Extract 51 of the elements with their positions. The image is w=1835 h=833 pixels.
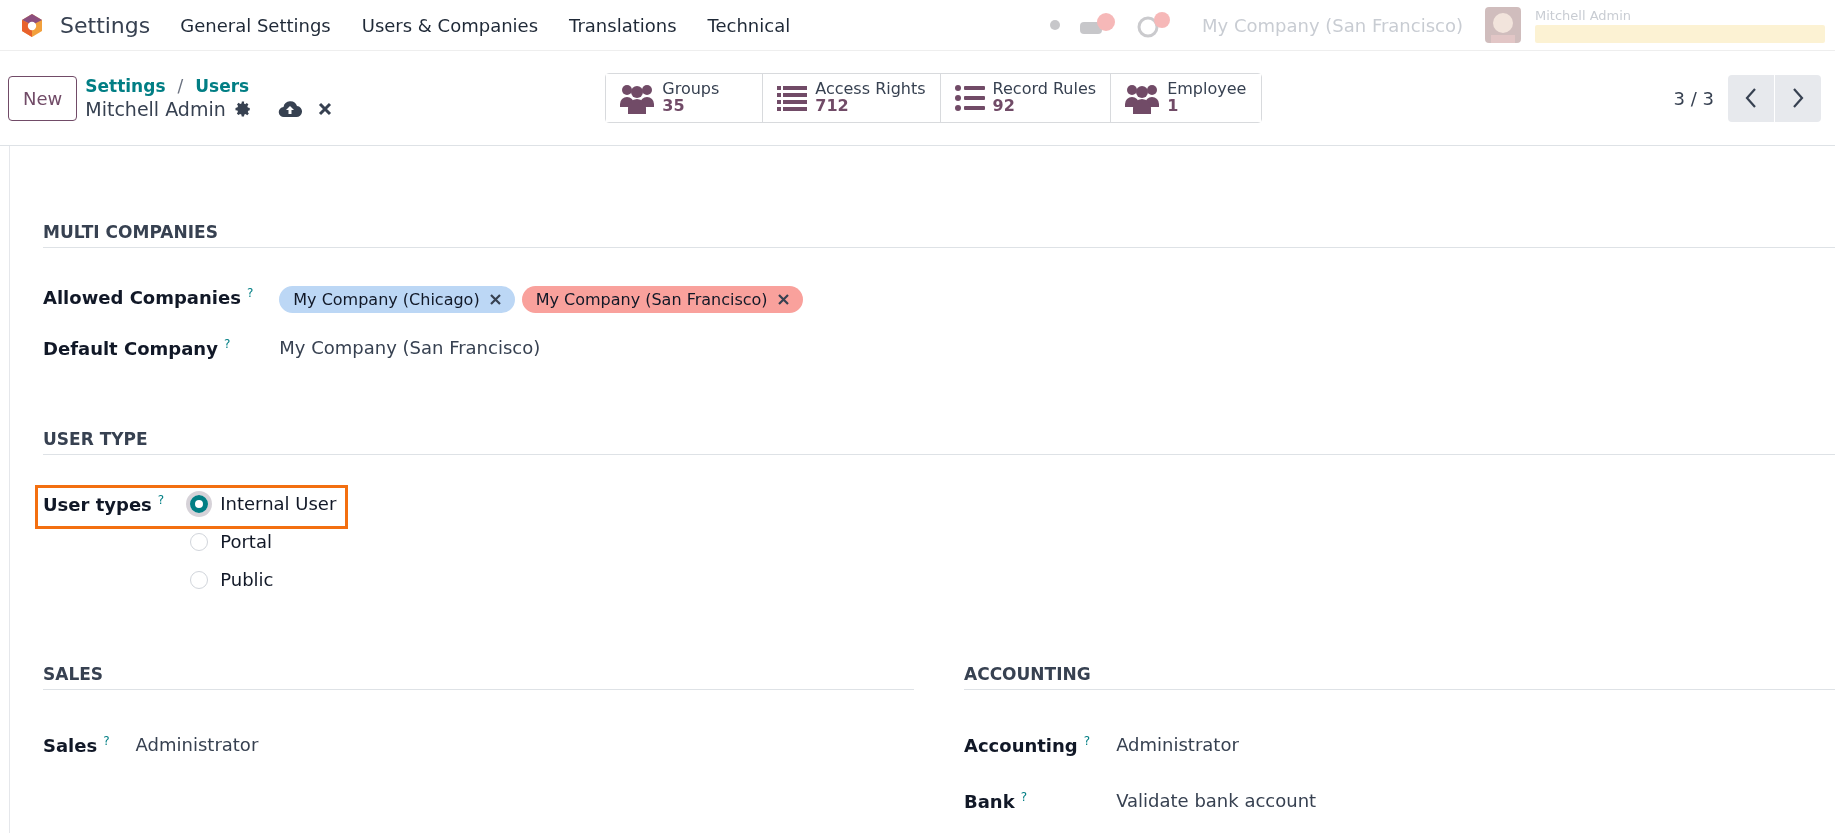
breadcrumb-link[interactable]: Users xyxy=(195,76,250,96)
breadcrumb-link[interactable]: Settings xyxy=(85,76,166,96)
field-label: Default Company xyxy=(43,338,218,359)
field-value: Administrator xyxy=(135,734,260,755)
radio-label[interactable]: Portal xyxy=(220,531,272,552)
next-button[interactable] xyxy=(1775,74,1821,122)
smart-button[interactable]: Groups 35 xyxy=(606,74,764,122)
people-icon xyxy=(1125,82,1160,114)
field-label: User types xyxy=(43,494,152,515)
tag-label: My Company (San Francisco) xyxy=(535,290,768,309)
remove-icon[interactable] xyxy=(489,294,501,305)
field-label: Sales xyxy=(43,735,98,756)
help-tooltip[interactable]: ? xyxy=(157,493,165,507)
help-tooltip[interactable]: ? xyxy=(246,286,254,300)
field-value: Administrator xyxy=(1116,734,1240,755)
gear-icon[interactable] xyxy=(233,100,252,118)
menu-item[interactable]: Technical xyxy=(707,14,791,36)
section-title: USER TYPE xyxy=(43,429,1835,455)
section-title: ACCOUNTING xyxy=(964,664,1835,690)
help-tooltip[interactable]: ? xyxy=(1020,790,1028,804)
help-tooltip[interactable]: ? xyxy=(103,734,110,748)
menu-item[interactable]: Users & Companies xyxy=(361,14,539,36)
field-label: Accounting xyxy=(964,735,1078,756)
bullet-list-icon xyxy=(954,85,985,111)
new-button[interactable]: New xyxy=(8,75,78,121)
breadcrumb-separator: / xyxy=(177,76,184,96)
section-title: SALES xyxy=(43,664,914,690)
tag-label: My Company (Chicago) xyxy=(293,290,480,309)
radio-label[interactable]: Internal User xyxy=(220,493,337,514)
field-label: Allowed Companies xyxy=(43,287,241,308)
people-icon xyxy=(620,82,655,114)
close-icon[interactable] xyxy=(317,102,332,116)
field-value: Validate bank account xyxy=(1116,790,1318,811)
help-tooltip[interactable]: ? xyxy=(1083,734,1091,748)
app-logo-icon[interactable] xyxy=(20,12,44,38)
record-title: Mitchell Admin xyxy=(85,98,226,120)
chevron-right-icon xyxy=(1791,87,1805,109)
previous-button[interactable] xyxy=(1728,74,1774,122)
menu-item[interactable]: Translations xyxy=(569,14,677,36)
field-label: Bank xyxy=(964,791,1015,812)
field-value: My Company (San Francisco) xyxy=(279,337,542,358)
list-icon xyxy=(777,85,808,111)
menu-item[interactable]: General Settings xyxy=(180,14,331,36)
chevron-left-icon xyxy=(1744,87,1758,109)
section-title: MULTI COMPANIES xyxy=(43,222,1835,248)
help-tooltip[interactable]: ? xyxy=(223,337,231,351)
pager-value[interactable]: 3 / 3 xyxy=(1673,87,1714,109)
cloud-upload-icon[interactable] xyxy=(277,100,302,118)
app-name[interactable]: Settings xyxy=(60,12,151,38)
radio-label[interactable]: Public xyxy=(220,569,274,590)
remove-icon[interactable] xyxy=(777,294,789,305)
